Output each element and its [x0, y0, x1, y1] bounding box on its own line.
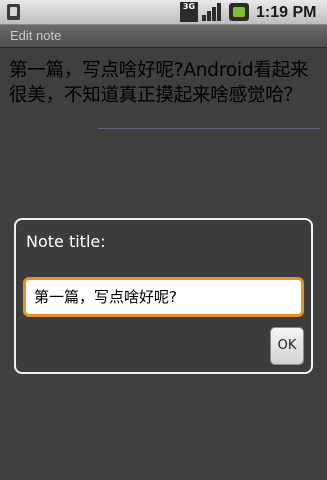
signal-icon: [202, 3, 222, 21]
title-dialog: Note title: 第一篇，写点啥好呢? OK: [14, 218, 313, 374]
text-underline: [98, 128, 320, 129]
status-bar: 3G 1:19 PM: [0, 0, 327, 25]
title-bar: Edit note: [0, 25, 327, 48]
battery-icon: [229, 3, 249, 21]
note-editor[interactable]: 第一篇，写点啥好呢?Android看起来很美，不知道真正摸起来啥感觉哈？ Not…: [0, 48, 327, 480]
page-title: Edit note: [10, 28, 62, 43]
sim-card-icon: [7, 4, 20, 20]
clock: 1:19 PM: [256, 4, 317, 21]
dialog-label: Note title:: [26, 232, 106, 251]
network-label: 3G: [182, 2, 196, 11]
note-body-text[interactable]: 第一篇，写点啥好呢?Android看起来很美，不知道真正摸起来啥感觉哈？: [9, 58, 321, 108]
title-input[interactable]: 第一篇，写点啥好呢?: [23, 277, 304, 317]
3g-icon: 3G: [180, 2, 198, 22]
ok-button[interactable]: OK: [270, 327, 304, 365]
